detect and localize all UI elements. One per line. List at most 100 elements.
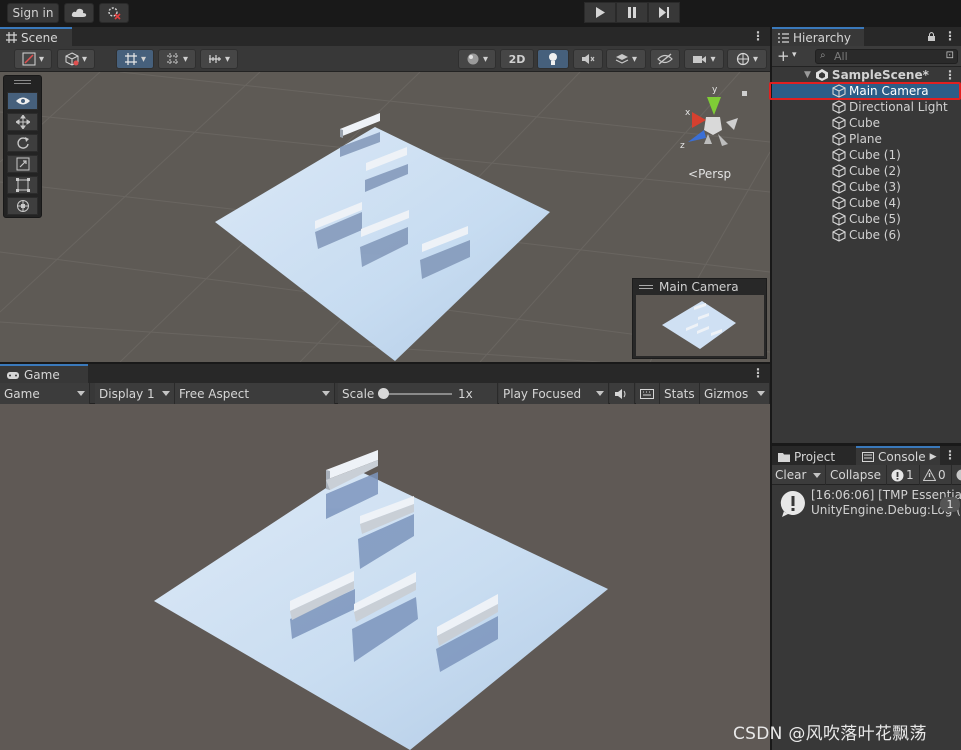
tab-scene[interactable]: Scene [0,27,72,46]
gameobject-cube-icon [832,212,846,226]
tab-game[interactable]: Game [0,364,88,383]
increment-snap-icon [166,53,179,65]
tool-palette [3,75,42,218]
hierarchy-item[interactable]: Cube (5) [772,211,961,227]
error-filter-toggle[interactable] [952,465,961,485]
hierarchy-item[interactable]: Cube (2) [772,163,961,179]
collab-button[interactable] [99,3,129,23]
orientation-gizmo[interactable]: y x z [678,82,748,162]
play-mode-dropdown[interactable]: Play Focused [499,383,609,404]
stats-button[interactable]: Stats [660,383,700,404]
mute-audio-toggle[interactable] [610,383,635,404]
pause-button[interactable] [616,2,648,23]
scale-slider-group: Scale 1x [338,383,498,404]
tab-project[interactable]: Project [772,446,856,465]
draw-mode-dropdown[interactable]: ▾ [14,49,52,69]
rect-tool-button[interactable] [7,176,38,194]
hierarchy-item[interactable]: Main Camera [769,82,961,100]
scene-game-divider[interactable] [0,362,770,364]
palette-handle[interactable] [14,80,31,84]
layers-icon [615,54,629,64]
clear-label: Clear [775,468,807,482]
ruler-dropdown[interactable]: ▾ [200,49,238,69]
toggle-2d-button[interactable]: 2D [500,49,534,69]
camera-preview-overlay[interactable]: Main Camera [632,278,767,359]
warning-filter-toggle[interactable]: 0 [920,465,952,485]
hierarchy-item[interactable]: Cube (3) [772,179,961,195]
step-button[interactable] [648,2,680,23]
hidden-toggle[interactable] [650,49,680,69]
view-tool-button[interactable] [7,92,38,110]
speaker-icon [615,388,626,399]
display-dropdown[interactable]: Display 1 [95,383,175,404]
aspect-dropdown[interactable]: Free Aspect [175,383,335,404]
hierarchy-scene-row[interactable]: ▼ SampleScene* ⋮ [772,67,961,83]
add-icon[interactable]: + [777,47,790,65]
grid-icon [6,32,17,43]
hierarchy-item-label: Cube (3) [849,180,901,194]
tab-hierarchy[interactable]: Hierarchy [772,27,864,46]
chevron-right-icon[interactable]: ▶ [930,452,937,462]
chevron-down-icon [813,473,821,478]
keyboard-toggle[interactable] [636,383,660,404]
gameobject-cube-icon [832,132,846,146]
lighting-toggle[interactable] [537,49,569,69]
foldout-arrow-icon[interactable]: ▼ [804,70,811,80]
console-menu-button[interactable]: ⋮ [944,449,956,461]
move-tool-button[interactable] [7,113,38,131]
tab-console[interactable]: Console ▶ [856,446,940,465]
hierarchy-item[interactable]: Plane [772,131,961,147]
gizmos-label: Gizmos [704,386,749,401]
hierarchy-item[interactable]: Cube [772,115,961,131]
scale-tool-button[interactable] [7,155,38,173]
transform-tool-button[interactable] [7,197,38,215]
hierarchy-item[interactable]: Cube (6) [772,227,961,243]
increment-snap-dropdown[interactable]: ▾ [158,49,196,69]
effects-dropdown[interactable]: ▾ [606,49,646,69]
grid-snap-dropdown[interactable]: ▾ [116,49,154,69]
log-entry[interactable]: [16:06:06] [TMP Essential R UnityEngine.… [772,485,961,523]
hierarchy-item[interactable]: Directional Light [772,99,961,115]
clear-button[interactable]: Clear [772,465,826,485]
info-icon [891,469,904,481]
audio-toggle[interactable] [573,49,603,69]
sign-in-button[interactable]: Sign in [7,3,59,23]
scene-tabbar: Scene ⋮ [0,27,770,46]
persp-toggle[interactable]: <Persp [688,167,731,181]
scale-slider-handle[interactable] [378,388,389,399]
persp-label: Persp [698,167,732,181]
scene-menu-button[interactable]: ⋮ [752,30,764,42]
play-button[interactable] [584,2,616,23]
display-label: Display 1 [99,386,155,401]
shading-dropdown[interactable]: ▾ [57,49,95,69]
scene-row-menu[interactable]: ⋮ [944,69,956,81]
main-toolbar: Sign in [0,0,961,27]
gameobject-cube-icon [832,116,846,130]
game-tabbar: Game ⋮ [0,364,770,383]
view-mode-dropdown[interactable]: Game [0,383,90,404]
search-input[interactable]: ⌕ All ⊡ [815,49,958,64]
sphere-icon [467,53,479,65]
gizmos-dropdown[interactable]: ▾ [727,49,767,69]
game-viewport[interactable] [0,404,770,750]
game-menu-button[interactable]: ⋮ [752,367,764,379]
hierarchy-item[interactable]: Cube (1) [772,147,961,163]
gizmo-y-label: y [712,85,718,95]
scale-slider-track[interactable] [382,393,452,395]
hierarchy-item[interactable]: Cube (4) [772,195,961,211]
hierarchy-menu-button[interactable]: ⋮ [944,30,956,42]
hierarchy-item-label: Cube (1) [849,148,901,162]
console-icon [862,451,874,462]
search-options-icon[interactable]: ⊡ [946,50,954,61]
rotate-tool-button[interactable] [7,134,38,152]
lock-icon[interactable] [927,31,936,42]
render-mode-dropdown[interactable]: ▾ [458,49,496,69]
info-filter-toggle[interactable]: 1 [888,465,920,485]
chevron-down-icon[interactable]: ▾ [792,50,797,60]
cloud-button[interactable] [64,3,94,23]
collapse-toggle[interactable]: Collapse [827,465,887,485]
camera-dropdown[interactable]: ▾ [684,49,724,69]
view-mode-label: Game [4,386,40,401]
scene-toolbar: ▾ ▾ ▾ ▾ ▾ ▾ 2D ▾ ▾ ▾ [0,46,770,72]
gizmos-button[interactable]: Gizmos [700,383,770,404]
